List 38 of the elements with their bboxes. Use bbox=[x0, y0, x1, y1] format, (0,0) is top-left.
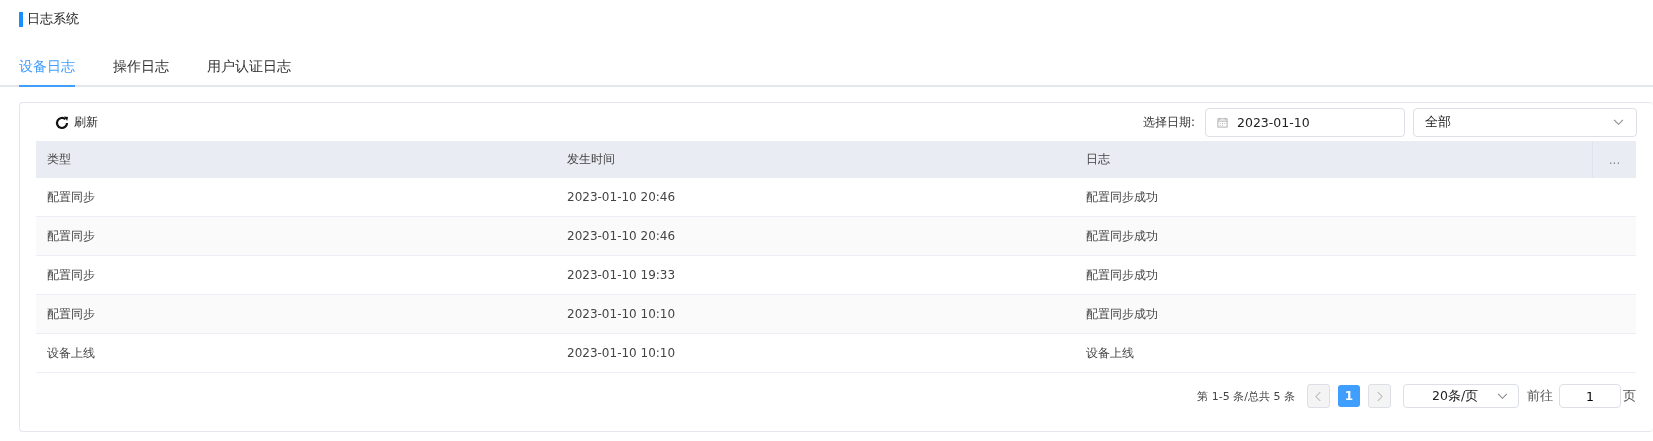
tab[interactable]: 操作日志 bbox=[113, 57, 169, 87]
table-cell-text: 配置同步成功 bbox=[1085, 266, 1159, 284]
column-header: 类型 bbox=[46, 151, 72, 168]
filter-select[interactable]: 全部 bbox=[1413, 108, 1637, 137]
page-title: 日志系统 bbox=[27, 10, 79, 28]
table-cell-text: 配置同步 bbox=[46, 227, 96, 245]
column-header: 发生时间 bbox=[566, 151, 616, 168]
table-cell-text: 设备上线 bbox=[46, 344, 96, 362]
table-cell-text: 2023-01-10 19:33 bbox=[566, 267, 677, 284]
refresh-button[interactable]: 刷新 bbox=[36, 114, 98, 131]
table-cell-text: 配置同步 bbox=[46, 188, 96, 206]
chevron-right-icon bbox=[1376, 390, 1383, 402]
table-cell-text: 2023-01-10 10:10 bbox=[566, 306, 677, 323]
date-label: 选择日期: bbox=[1142, 114, 1195, 131]
pagination-summary: 第 1-5 条/总共 5 条 bbox=[1197, 388, 1295, 404]
table-cell-text: 2023-01-10 10:10 bbox=[566, 345, 677, 362]
table-cell-text: 配置同步成功 bbox=[1085, 227, 1159, 245]
table-cell-text: 配置同步 bbox=[46, 305, 96, 323]
refresh-icon bbox=[54, 114, 70, 131]
chevron-left-icon bbox=[1315, 390, 1322, 402]
table-cell-text: 2023-01-10 20:46 bbox=[566, 189, 677, 206]
page-input[interactable]: 1 bbox=[1559, 384, 1621, 408]
title-accent-bar bbox=[19, 11, 23, 27]
page-suffix: 页 bbox=[1623, 387, 1636, 405]
chevron-down-icon bbox=[1497, 392, 1508, 400]
tab[interactable]: 用户认证日志 bbox=[207, 57, 291, 87]
table-cell-text: 配置同步成功 bbox=[1085, 188, 1159, 206]
page-size-select[interactable]: 20条/页 bbox=[1403, 384, 1519, 408]
calendar-icon bbox=[1217, 117, 1228, 128]
goto-label: 前往 bbox=[1527, 387, 1553, 405]
table-cell-text: 2023-01-10 20:46 bbox=[566, 228, 677, 245]
date-field[interactable]: 2023-01-10 bbox=[1205, 108, 1405, 137]
column-header: 日志 bbox=[1085, 151, 1111, 168]
table-cell-text: 配置同步成功 bbox=[1085, 305, 1159, 323]
table-cell-text: 配置同步 bbox=[46, 266, 96, 284]
table-cell-text: 设备上线 bbox=[1085, 344, 1135, 362]
more-column-header: ... bbox=[1592, 141, 1636, 178]
chevron-down-icon bbox=[1613, 119, 1624, 126]
